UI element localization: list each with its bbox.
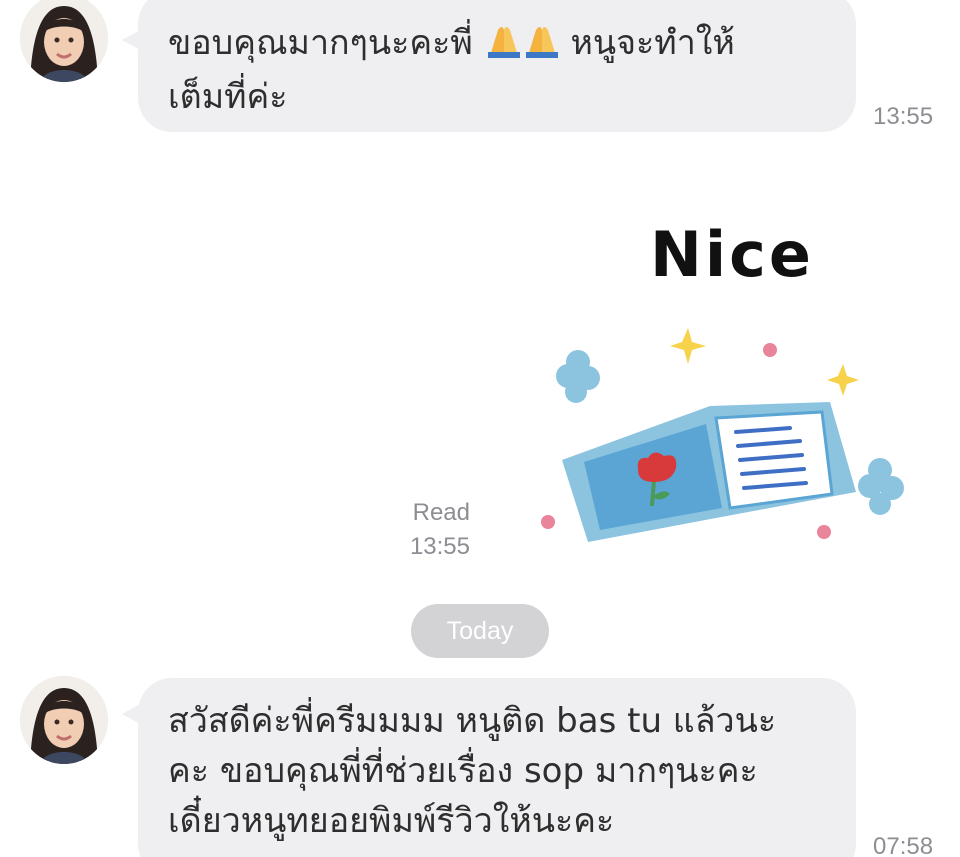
- avatar-photo-icon: [20, 0, 108, 82]
- message-timestamp: 07:58: [873, 833, 934, 857]
- contact-avatar[interactable]: [20, 0, 108, 82]
- book-sticker[interactable]: [540, 320, 920, 554]
- date-separator: Today: [411, 604, 549, 658]
- message-timestamp: 13:55: [873, 103, 934, 130]
- open-book-sticker-icon: [541, 328, 904, 542]
- message-line: คะ ขอบคุณพี่ที่ช่วยเรื่อง sop มากๆนะคะ: [168, 751, 758, 791]
- message-bubble[interactable]: สวัสดีค่ะพี่ครีมมมม หนูติด bas tu แล้วนะ…: [138, 678, 856, 857]
- message-line: สวัสดีค่ะพี่ครีมมมม หนูติด bas tu แล้วนะ: [168, 701, 777, 741]
- read-label: Read: [412, 499, 470, 526]
- read-receipt: Read 13:55: [380, 496, 470, 564]
- message-timestamp: 13:55: [409, 533, 470, 560]
- chat-view: ขอบคุณมากๆนะคะพี่ หนูจะทำให้ เต็มที่ค่ะ …: [0, 0, 960, 857]
- sticker-text: Nice: [650, 218, 814, 291]
- message-bubble[interactable]: ขอบคุณมากๆนะคะพี่ หนูจะทำให้ เต็มที่ค่ะ: [138, 0, 856, 132]
- folded-hands-emoji-icon: [484, 22, 560, 72]
- avatar-photo-icon: [20, 676, 108, 764]
- message-line: เดี๋ยวหนูทยอยพิมพ์รีวิวให้นะคะ: [168, 801, 615, 841]
- message-line: เต็มที่ค่ะ: [168, 77, 288, 117]
- contact-avatar[interactable]: [20, 676, 108, 764]
- message-line: ขอบคุณมากๆนะคะพี่ หนูจะทำให้: [168, 18, 826, 72]
